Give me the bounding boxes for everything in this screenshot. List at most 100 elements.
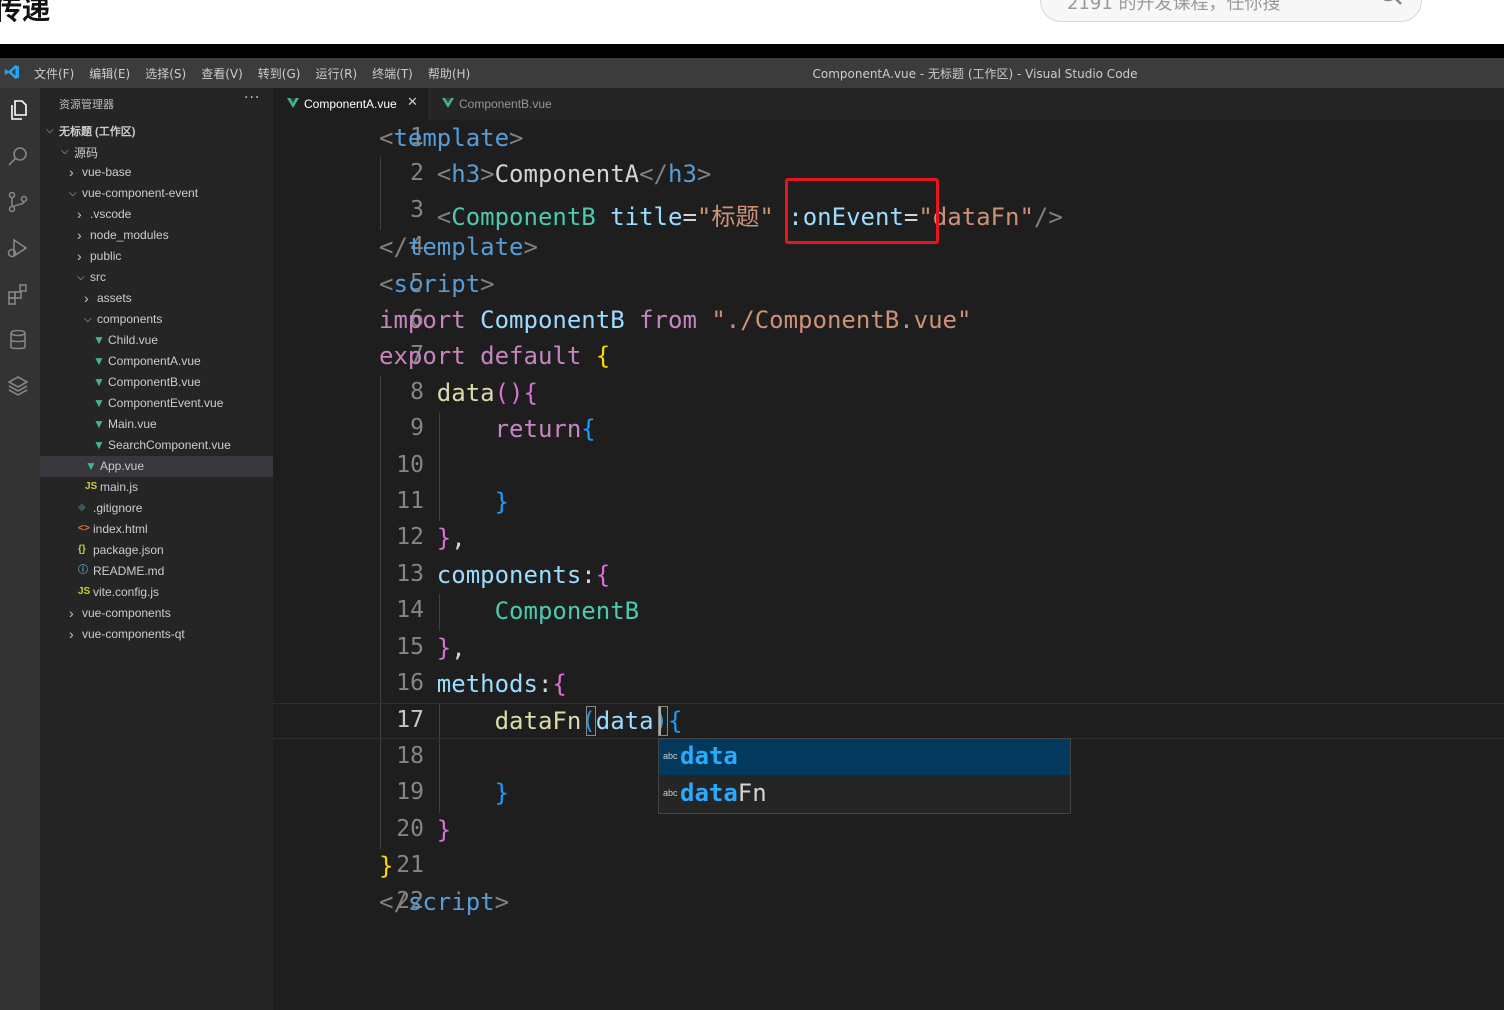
menu-selection[interactable]: 选择(S)	[145, 65, 186, 82]
tree-item[interactable]: ⌵ vue-component-event	[40, 183, 273, 204]
menu-file[interactable]: 文件(F)	[34, 65, 74, 82]
code-line[interactable]: 6 import ComponentB from "./ComponentB.vu…	[273, 303, 1504, 339]
code-line[interactable]: 5 <script>	[273, 267, 1504, 303]
close-icon[interactable]: ✕	[407, 95, 418, 110]
tree-item-label: 源码	[74, 146, 99, 160]
chevron-down-icon[interactable]: ⌵	[84, 309, 96, 330]
tree-item[interactable]: ⌵ 源码	[40, 141, 273, 162]
source-control-icon[interactable]	[6, 190, 30, 214]
tree-item-label: assets	[97, 291, 132, 305]
tree-item[interactable]: ▼ ComponentB.vue	[40, 372, 273, 393]
chevron-right-icon[interactable]: ›	[69, 603, 81, 624]
layers-icon[interactable]	[6, 374, 30, 398]
code-line[interactable]: 13 components:{	[273, 558, 1504, 594]
tab-label: ComponentB.vue	[459, 97, 552, 111]
tree-item[interactable]: ▼ Main.vue	[40, 414, 273, 435]
json-file-icon: {}	[78, 544, 86, 555]
search-icon[interactable]	[6, 144, 30, 168]
tree-item[interactable]: ▼ Child.vue	[40, 330, 273, 351]
tree-item[interactable]: › .vscode	[40, 204, 273, 225]
code-line[interactable]: 9 return{	[273, 412, 1504, 448]
tree-item-label: vite.config.js	[93, 585, 160, 599]
code-line[interactable]: 20 }	[273, 813, 1504, 849]
chevron-right-icon[interactable]: ›	[77, 204, 89, 225]
code-line[interactable]: 16 methods:{	[273, 667, 1504, 703]
code-line[interactable]: 17 dataFn(data){	[273, 703, 1504, 740]
code-editor[interactable]: 1 <template> 2 <h3>ComponentA</h3> 3 <Compo…	[273, 120, 1504, 1010]
code-line[interactable]: 21}	[273, 849, 1504, 885]
menu-run[interactable]: 运行(R)	[315, 65, 357, 82]
code-line[interactable]: 11 }	[273, 485, 1504, 521]
line-number: 10	[396, 451, 424, 478]
tree-item[interactable]: ⌵ 无标题 (工作区)	[40, 120, 273, 141]
search-icon[interactable]	[1377, 0, 1403, 9]
code-line[interactable]: 10	[273, 449, 1504, 485]
title-bar: 文件(F) 编辑(E) 选择(S) 查看(V) 转到(G) 运行(R) 终端(T…	[0, 58, 1504, 88]
chevron-down-icon[interactable]: ⌵	[46, 120, 58, 141]
database-icon[interactable]	[6, 328, 30, 352]
tree-item[interactable]: ▼ ComponentEvent.vue	[40, 393, 273, 414]
code-text: import ComponentB from "./ComponentB.vue…	[379, 306, 972, 334]
code-line[interactable]: 15 },	[273, 631, 1504, 667]
code-line[interactable]: 22 </script>	[273, 885, 1504, 921]
tree-item[interactable]: ▼ SearchComponent.vue	[40, 435, 273, 456]
menu-go[interactable]: 转到(G)	[258, 65, 301, 82]
chevron-down-icon[interactable]: ⌵	[77, 267, 89, 288]
chevron-right-icon[interactable]: ›	[69, 162, 81, 183]
menu-help[interactable]: 帮助(H)	[428, 65, 470, 82]
tab-componenta-vue[interactable]: ComponentA.vue ✕	[273, 88, 428, 120]
tree-item[interactable]: ▼ ComponentA.vue	[40, 351, 273, 372]
tree-item-label: vue-component-event	[82, 186, 199, 200]
tree-item-label: package.json	[93, 543, 164, 557]
extensions-icon[interactable]	[6, 282, 30, 306]
explorer-icon[interactable]	[6, 98, 30, 122]
tree-item[interactable]: ⌵ components	[40, 309, 273, 330]
tree-item-label: vue-base	[82, 165, 132, 179]
suggestion-label: dataFn	[680, 779, 767, 807]
run-debug-icon[interactable]	[6, 236, 30, 260]
tree-item[interactable]: {} package.json	[40, 540, 273, 561]
chevron-right-icon[interactable]: ›	[84, 288, 96, 309]
tree-item-label: vue-components-qt	[82, 627, 185, 641]
tree-item[interactable]: › public	[40, 246, 273, 267]
suggestion-item[interactable]: abc dataFn	[659, 776, 1070, 812]
menu-bar: 文件(F) 编辑(E) 选择(S) 查看(V) 转到(G) 运行(R) 终端(T…	[34, 58, 485, 88]
chevron-right-icon[interactable]: ›	[77, 225, 89, 246]
annotation-highlight-box	[785, 178, 939, 244]
code-text: }	[494, 488, 510, 516]
more-actions-icon[interactable]: ···	[244, 90, 260, 106]
tree-item[interactable]: › vue-components-qt	[40, 624, 273, 645]
tab-componentb-vue[interactable]: ComponentB.vue	[428, 88, 568, 120]
menu-terminal[interactable]: 终端(T)	[372, 65, 413, 82]
chevron-right-icon[interactable]: ›	[69, 624, 81, 645]
chevron-down-icon[interactable]: ⌵	[61, 141, 73, 162]
tree-item-label: index.html	[93, 522, 148, 536]
menu-edit[interactable]: 编辑(E)	[89, 65, 130, 82]
code-text: }	[494, 779, 510, 808]
code-text: }	[379, 852, 394, 880]
browser-header: 传递 2191 的开发课程，任你搜	[0, 0, 1504, 44]
tree-item[interactable]: › vue-components	[40, 603, 273, 624]
code-text: dataFn(data){	[494, 707, 683, 736]
tree-item[interactable]: JS main.js	[40, 477, 273, 498]
tree-item[interactable]: ◆ .gitignore	[40, 498, 273, 519]
tree-item[interactable]: ⌵ src	[40, 267, 273, 288]
site-search-box[interactable]: 2191 的开发课程，任你搜	[1040, 0, 1422, 22]
tree-item[interactable]: › node_modules	[40, 225, 273, 246]
code-line[interactable]: 1 <template>	[273, 121, 1504, 157]
code-line[interactable]: 14 ComponentB	[273, 594, 1504, 630]
menu-view[interactable]: 查看(V)	[201, 65, 243, 82]
line-number: 21	[396, 852, 424, 878]
suggestion-item[interactable]: abc data	[659, 739, 1070, 775]
tree-item[interactable]: › assets	[40, 288, 273, 309]
code-line[interactable]: 8 data(){	[273, 376, 1504, 412]
code-line[interactable]: 12 },	[273, 521, 1504, 557]
tree-item[interactable]: ⓘ README.md	[40, 561, 273, 582]
chevron-down-icon[interactable]: ⌵	[69, 183, 81, 204]
tree-item[interactable]: ▼ App.vue	[40, 456, 273, 477]
tree-item[interactable]: › vue-base	[40, 162, 273, 183]
chevron-right-icon[interactable]: ›	[77, 246, 89, 267]
tree-item[interactable]: JS vite.config.js	[40, 582, 273, 603]
tree-item[interactable]: <> index.html	[40, 519, 273, 540]
code-line[interactable]: 7 export default {	[273, 339, 1504, 375]
